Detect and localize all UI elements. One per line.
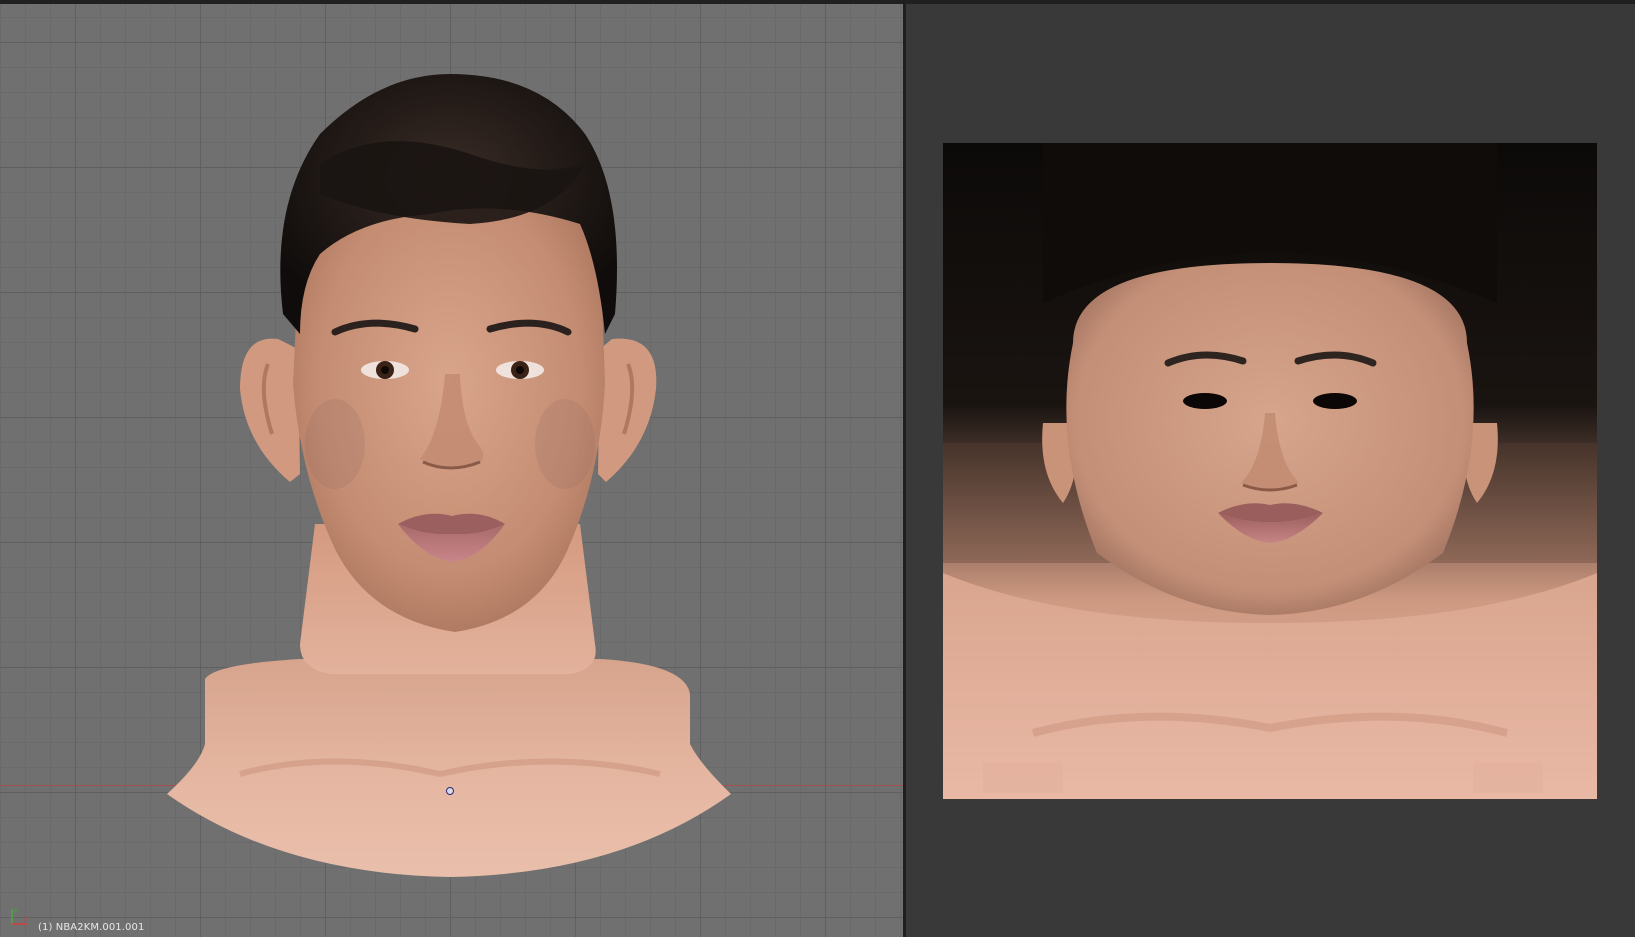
face-texture-image[interactable] — [943, 143, 1597, 799]
origin-point-icon — [446, 787, 454, 795]
axes-gizmo-icon: Y X — [11, 908, 28, 925]
active-object-label: (1) NBA2KM.001.001 — [38, 922, 145, 933]
svg-text:Y: Y — [13, 908, 18, 915]
3d-viewport[interactable]: Y X (1) NBA2KM.001.001 — [0, 0, 903, 937]
svg-text:X: X — [24, 916, 28, 923]
texture-map — [943, 143, 1597, 799]
blender-window: Y X (1) NBA2KM.001.001 — [0, 0, 1635, 937]
uv-image-editor[interactable] — [906, 0, 1635, 937]
head-model[interactable] — [0, 4, 903, 937]
